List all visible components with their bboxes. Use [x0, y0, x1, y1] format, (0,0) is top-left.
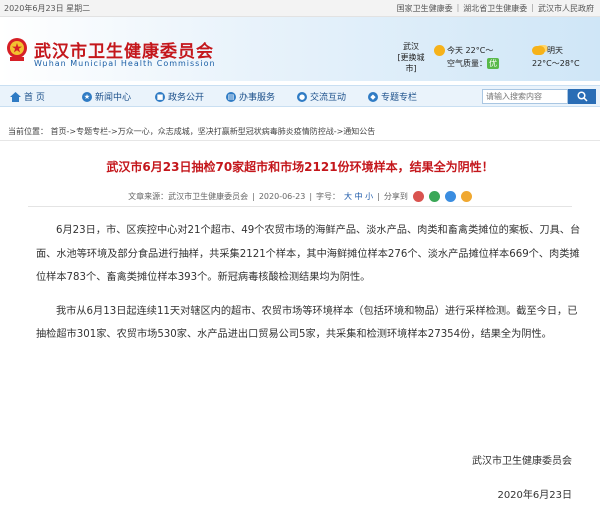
article-date: 2020-06-23: [258, 192, 306, 201]
article-source: 文章来源：武汉市卫生健康委员会: [128, 192, 249, 201]
nav-interaction[interactable]: ● 交流互动: [297, 90, 346, 103]
interaction-icon: ●: [297, 91, 307, 102]
search-button[interactable]: [568, 89, 596, 104]
nav-news[interactable]: ★ 新闻中心: [82, 90, 131, 103]
weather-city: 武汉 [更换城市]: [396, 41, 426, 74]
national-emblem-icon: [7, 38, 27, 61]
font-size-options[interactable]: 大 中 小: [344, 191, 373, 202]
meta-separator: |: [377, 192, 380, 201]
nav-news-label: 新闻中心: [95, 93, 132, 103]
separator: |: [531, 3, 534, 12]
topics-icon: ◆: [368, 91, 378, 102]
font-size-label: 字号：: [316, 192, 341, 201]
article-meta: 文章来源：武汉市卫生健康委员会 | 2020-06-23 | 字号： 大 中 小…: [0, 191, 600, 202]
qzone-share-icon[interactable]: [460, 191, 472, 202]
article-signature: 武汉市卫生健康委员会: [472, 456, 572, 467]
article-title: 武汉市6月23日抽检70家超市和市场2121份环境样本，结果全为阴性！: [106, 160, 494, 174]
site-header: 武汉市卫生健康委员会 Wuhan Municipal Health Commis…: [0, 17, 600, 81]
nav-home[interactable]: 首 页: [10, 90, 45, 103]
link-nhc[interactable]: 国家卫生健康委: [397, 3, 453, 14]
weibo-share-icon[interactable]: [412, 191, 424, 202]
search-icon: [577, 91, 588, 102]
separator: |: [456, 3, 460, 12]
breadcrumb[interactable]: 当前位置： 首页->专题专栏->万众一心，众志成城，坚决打赢新型冠状病毒肺炎疫情…: [0, 123, 600, 141]
nav-home-label: 首 页: [24, 93, 45, 103]
article-paragraph: 6月23日，市、区疾控中心对21个超市、49个农贸市场的海鲜产品、淡水产品、肉类…: [36, 225, 581, 283]
aqi-badge: 优: [487, 58, 499, 69]
nav-gov-affairs[interactable]: ■ 政务公开: [155, 90, 204, 103]
city-name: 武汉: [403, 42, 419, 51]
top-links: 国家卫生健康委 | 湖北省卫生健康委 | 武汉市人民政府: [397, 3, 594, 14]
weather-today: 今天 22°C～ 空气质量：优: [434, 45, 512, 69]
sunny-icon: [434, 45, 445, 56]
nav-topics-label: 专题专栏: [381, 93, 418, 103]
today-temp: 22°C～: [465, 46, 494, 55]
qq-share-icon[interactable]: [444, 191, 456, 202]
wechat-share-icon[interactable]: [428, 191, 440, 202]
current-date: 2020年6月23日 星期二: [4, 4, 91, 13]
divider: [28, 206, 572, 207]
news-icon: ★: [82, 91, 92, 102]
services-icon: ▤: [226, 91, 236, 102]
top-utility-bar: 2020年6月23日 星期二 国家卫生健康委 | 湖北省卫生健康委 | 武汉市人…: [0, 0, 600, 17]
nav-interaction-label: 交流互动: [310, 93, 347, 103]
article-sign-date: 2020年6月23日: [497, 490, 572, 501]
today-label: 今天: [447, 46, 463, 55]
weather-tomorrow: 明天 22°C～28°C: [532, 45, 600, 69]
nav-gov-affairs-label: 政务公开: [168, 93, 205, 103]
search-input[interactable]: [482, 89, 568, 104]
meta-separator: |: [309, 192, 313, 201]
nav-services[interactable]: ▤ 办事服务: [226, 90, 275, 103]
share-label: 分享到: [383, 192, 408, 201]
link-wuhan-gov[interactable]: 武汉市人民政府: [538, 3, 594, 14]
nav-services-label: 办事服务: [239, 93, 276, 103]
nav-topics[interactable]: ◆ 专题专栏: [368, 90, 417, 103]
partly-cloudy-icon: [532, 46, 545, 55]
aqi-label: 空气质量：: [447, 59, 487, 68]
site-title-english: Wuhan Municipal Health Commission: [34, 59, 216, 68]
main-nav: 首 页 ★ 新闻中心 ■ 政务公开 ▤ 办事服务 ● 交流互动 ◆ 专题专栏: [0, 85, 600, 107]
tomorrow-label: 明天: [547, 46, 563, 55]
article-body: 6月23日，市、区疾控中心对21个超市、49个农贸市场的海鲜产品、淡水产品、肉类…: [36, 219, 584, 357]
link-hubei-health[interactable]: 湖北省卫生健康委: [463, 3, 527, 14]
switch-city-link[interactable]: [更换城市]: [396, 52, 426, 74]
meta-separator: |: [252, 192, 255, 201]
tomorrow-temp: 22°C～28°C: [532, 59, 580, 68]
article-paragraph: 我市从6月13日起连续11天对辖区内的超市、农贸市场等环境样本（包括环境和物品）…: [36, 305, 578, 341]
gov-affairs-icon: ■: [155, 91, 165, 102]
home-icon: [10, 91, 21, 102]
